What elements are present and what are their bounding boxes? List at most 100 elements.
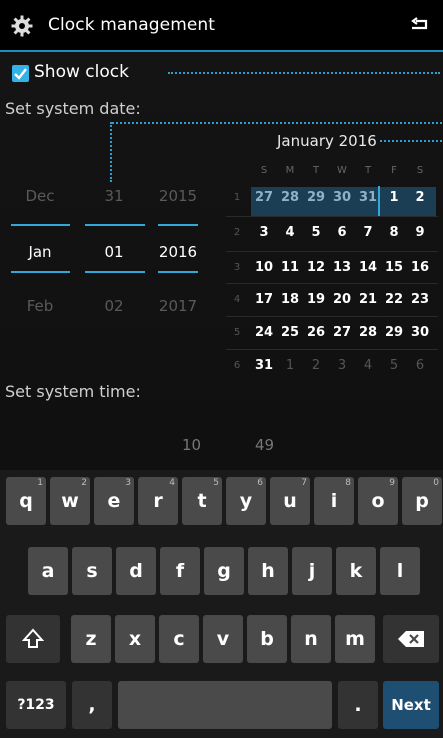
calendar-day[interactable]: 18	[277, 292, 303, 307]
calendar-day[interactable]: 5	[303, 225, 329, 240]
calendar-week-number: 1	[233, 192, 241, 203]
calendar-day[interactable]: 27	[329, 325, 355, 340]
key-p[interactable]: 0p	[402, 477, 442, 525]
calendar-day[interactable]: 15	[381, 260, 407, 275]
key-m[interactable]: m	[335, 615, 375, 663]
checkbox-checked-icon[interactable]	[12, 65, 29, 82]
month-current[interactable]: Jan	[10, 243, 70, 261]
key-l[interactable]: l	[380, 547, 420, 595]
calendar-day[interactable]: 2	[303, 358, 329, 373]
calendar-day[interactable]: 1	[381, 190, 407, 205]
calendar-day[interactable]: 30	[407, 325, 433, 340]
symbols-key[interactable]: ?123	[6, 681, 66, 729]
key-t[interactable]: 5t	[182, 477, 222, 525]
year-prev[interactable]: 2015	[148, 187, 208, 205]
calendar-day[interactable]: 13	[329, 260, 355, 275]
key-s[interactable]: s	[72, 547, 112, 595]
calendar-day[interactable]: 31	[355, 190, 381, 205]
year-current[interactable]: 2016	[148, 243, 208, 261]
day-current[interactable]: 01	[84, 243, 144, 261]
calendar-day[interactable]: 24	[251, 325, 277, 340]
shift-key[interactable]	[6, 615, 60, 663]
calendar-day[interactable]: 9	[407, 225, 433, 240]
calendar-day[interactable]: 28	[355, 325, 381, 340]
comma-key[interactable]: ,	[72, 681, 112, 729]
calendar-day[interactable]: 3	[251, 225, 277, 240]
key-n[interactable]: n	[291, 615, 331, 663]
calendar-day[interactable]: 1	[277, 358, 303, 373]
key-z[interactable]: z	[71, 615, 111, 663]
key-hint: 2	[81, 478, 87, 488]
key-b[interactable]: b	[247, 615, 287, 663]
key-q[interactable]: 1q	[6, 477, 46, 525]
calendar-day[interactable]: 19	[303, 292, 329, 307]
backspace-key[interactable]	[383, 615, 439, 663]
space-key[interactable]	[118, 681, 332, 729]
calendar-day[interactable]: 7	[355, 225, 381, 240]
key-v[interactable]: v	[203, 615, 243, 663]
calendar-day[interactable]: 31	[251, 358, 277, 373]
time-minute[interactable]: 49	[255, 436, 274, 454]
calendar-day[interactable]: 8	[381, 225, 407, 240]
calendar-row-divider	[226, 251, 438, 252]
calendar-day[interactable]: 12	[303, 260, 329, 275]
key-c[interactable]: c	[159, 615, 199, 663]
calendar-day[interactable]: 25	[277, 325, 303, 340]
show-clock-checkbox[interactable]: Show clock	[12, 62, 152, 86]
key-d[interactable]: d	[116, 547, 156, 595]
calendar-day[interactable]: 20	[329, 292, 355, 307]
calendar-day[interactable]: 29	[303, 190, 329, 205]
calendar-day[interactable]: 4	[355, 358, 381, 373]
calendar-day[interactable]: 30	[329, 190, 355, 205]
calendar-day[interactable]: 2	[407, 190, 433, 205]
key-h[interactable]: h	[248, 547, 288, 595]
key-f[interactable]: f	[160, 547, 200, 595]
key-label: w	[61, 490, 79, 512]
year-next[interactable]: 2017	[148, 297, 208, 315]
key-k[interactable]: k	[336, 547, 376, 595]
calendar-day[interactable]: 17	[251, 292, 277, 307]
calendar-day[interactable]: 26	[303, 325, 329, 340]
time-hour[interactable]: 10	[182, 436, 201, 454]
calendar-day[interactable]: 27	[251, 190, 277, 205]
key-y[interactable]: 6y	[226, 477, 266, 525]
key-hint: 1	[37, 478, 43, 488]
key-j[interactable]: j	[292, 547, 332, 595]
calendar-day[interactable]: 10	[251, 260, 277, 275]
calendar-week-number: 4	[233, 294, 241, 305]
key-u[interactable]: 7u	[270, 477, 310, 525]
calendar-day[interactable]: 14	[355, 260, 381, 275]
calendar-day[interactable]: 6	[329, 225, 355, 240]
calendar-day[interactable]: 29	[381, 325, 407, 340]
calendar-day[interactable]: 22	[381, 292, 407, 307]
day-next[interactable]: 02	[84, 297, 144, 315]
month-prev[interactable]: Dec	[10, 187, 70, 205]
key-e[interactable]: 3e	[94, 477, 134, 525]
calendar-day[interactable]: 3	[329, 358, 355, 373]
key-hint: 4	[169, 478, 175, 488]
key-hint: 3	[125, 478, 131, 488]
calendar-weekday-header: T	[312, 165, 320, 176]
month-next[interactable]: Feb	[10, 297, 70, 315]
day-prev[interactable]: 31	[84, 187, 144, 205]
back-icon[interactable]	[407, 14, 431, 38]
key-w[interactable]: 2w	[50, 477, 90, 525]
key-o[interactable]: 9o	[358, 477, 398, 525]
key-x[interactable]: x	[115, 615, 155, 663]
calendar-day[interactable]: 23	[407, 292, 433, 307]
time-section-label: Set system time:	[5, 382, 141, 401]
key-r[interactable]: 4r	[138, 477, 178, 525]
key-g[interactable]: g	[204, 547, 244, 595]
next-key[interactable]: Next	[383, 681, 439, 729]
calendar-day[interactable]: 11	[277, 260, 303, 275]
calendar-day[interactable]: 28	[277, 190, 303, 205]
key-i[interactable]: 8i	[314, 477, 354, 525]
calendar-day[interactable]: 5	[381, 358, 407, 373]
period-key[interactable]: .	[338, 681, 378, 729]
key-a[interactable]: a	[28, 547, 68, 595]
calendar-day[interactable]: 16	[407, 260, 433, 275]
calendar-day[interactable]: 21	[355, 292, 381, 307]
calendar-day[interactable]: 4	[277, 225, 303, 240]
calendar-day[interactable]: 6	[407, 358, 433, 373]
key-label: i	[330, 490, 338, 512]
